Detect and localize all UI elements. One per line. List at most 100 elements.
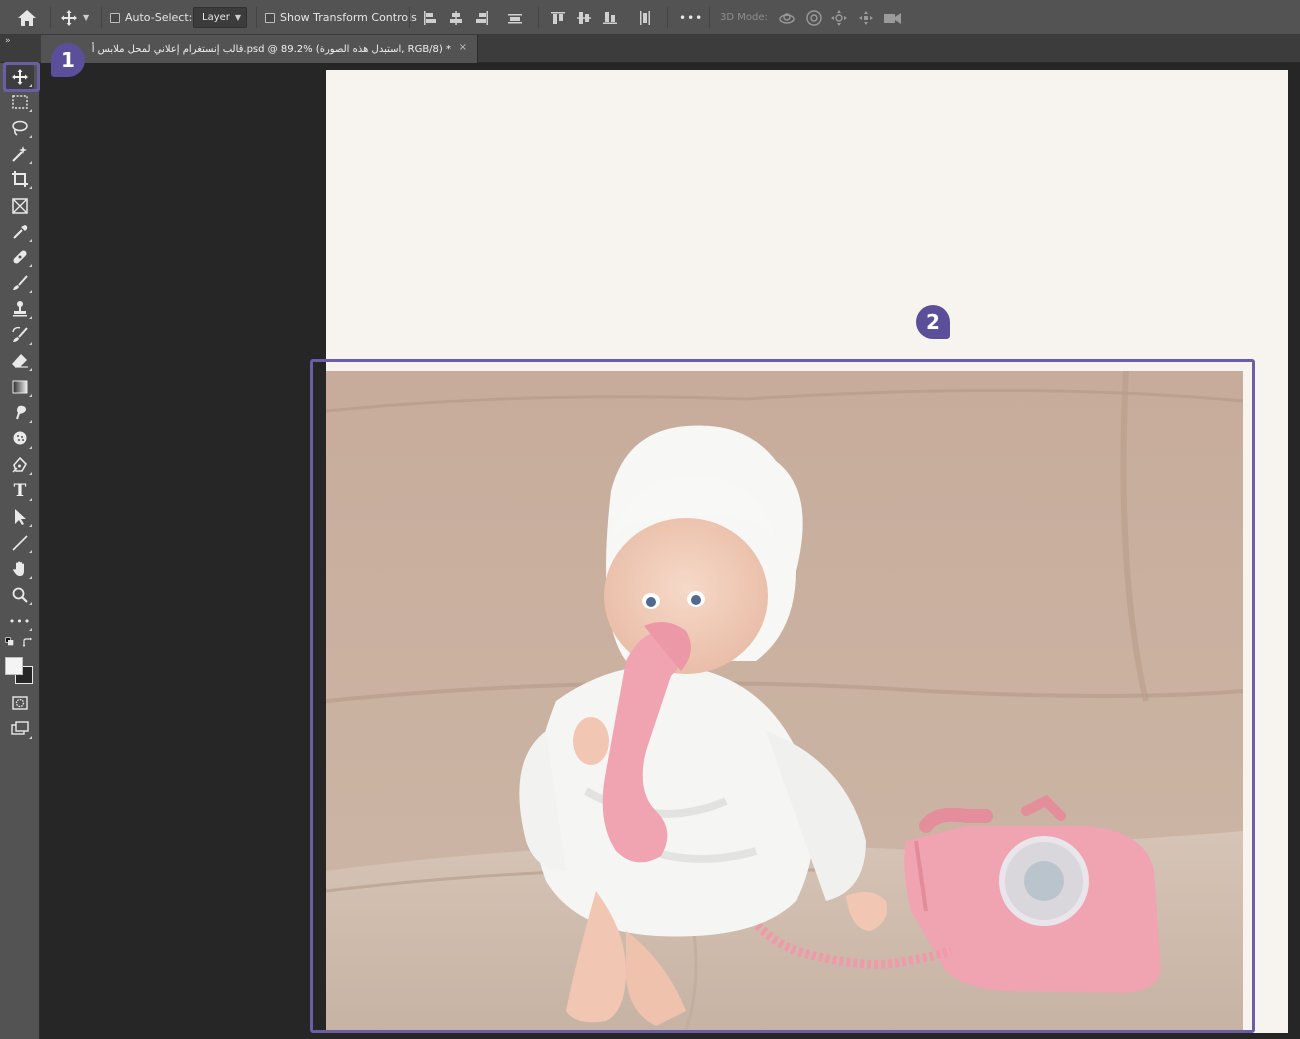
tool-preset-picker[interactable]: ▼ <box>60 0 89 35</box>
align-center-icon <box>450 10 462 25</box>
line-tool[interactable] <box>6 531 34 555</box>
show-transform-controls-checkbox[interactable]: Show Transform Controls <box>265 0 417 35</box>
blur-tool[interactable] <box>6 401 34 425</box>
3d-mode-label: 3D Mode: <box>720 12 768 23</box>
distribute-icon <box>508 13 522 23</box>
align-horizontal-centers-button[interactable] <box>448 0 464 35</box>
foreground-color-swatch[interactable] <box>5 657 23 675</box>
3d-slide-button[interactable] <box>857 0 875 35</box>
align-right-icon <box>476 10 488 25</box>
type-tool[interactable]: T <box>6 479 34 503</box>
more-options-button[interactable]: ••• <box>679 0 703 35</box>
marquee-icon <box>12 95 28 109</box>
align-bottom-icon <box>603 11 617 24</box>
orbit-icon <box>779 12 795 24</box>
align-top-edges-button[interactable] <box>550 0 566 35</box>
healing-brush-tool[interactable] <box>6 245 34 269</box>
document-tab-bar: » قالب إنستغرام إعلاني لمحل ملابس أ.psd … <box>0 35 1300 63</box>
step-1-callout: 1 <box>51 43 85 77</box>
hand-icon <box>13 561 24 576</box>
crop-icon <box>12 171 28 187</box>
step-number: 2 <box>926 310 940 334</box>
chevron-down-icon: ▼ <box>83 13 90 22</box>
roll-icon <box>806 9 822 26</box>
3d-pan-button[interactable] <box>830 0 848 35</box>
align-vertical-centers-button[interactable] <box>576 0 592 35</box>
brush-tool[interactable] <box>6 271 34 295</box>
brush-icon <box>13 275 28 290</box>
more-icon: ••• <box>8 614 32 628</box>
pen-tool[interactable] <box>6 453 34 477</box>
gradient-tool[interactable] <box>6 375 34 399</box>
3d-orbit-button[interactable] <box>778 0 796 35</box>
magic-wand-icon <box>12 146 27 162</box>
history-brush-tool[interactable] <box>6 323 34 347</box>
bandage-icon <box>13 250 27 264</box>
home-icon <box>18 9 36 26</box>
stamp-icon <box>13 301 27 317</box>
frame-icon <box>12 198 28 214</box>
3d-roll-button[interactable] <box>805 0 823 35</box>
history-brush-icon <box>12 326 28 342</box>
magic-wand-tool[interactable] <box>6 142 34 166</box>
align-left-edges-button[interactable] <box>422 0 438 35</box>
move-tool[interactable] <box>6 65 34 89</box>
video-camera-icon <box>884 12 901 24</box>
move-icon <box>61 9 77 26</box>
options-bar: ▼ Auto-Select: Layer ▼ Show Transform Co… <box>0 0 1300 35</box>
document-tab-title: قالب إنستغرام إعلاني لمحل ملابس أ.psd @ … <box>91 43 451 55</box>
step-number: 1 <box>61 48 75 72</box>
edit-toolbar-button[interactable]: ••• <box>6 609 34 633</box>
eyedropper-tool[interactable] <box>6 220 34 244</box>
align-right-edges-button[interactable] <box>474 0 490 35</box>
lasso-icon <box>12 120 28 136</box>
default-colors-icon <box>5 637 14 646</box>
rectangular-marquee-tool[interactable] <box>6 90 34 114</box>
align-left-icon <box>424 10 436 25</box>
checkbox-box[interactable] <box>265 12 275 23</box>
move-icon <box>12 69 28 85</box>
arrow-cursor-icon <box>15 509 26 525</box>
distribute-horizontal-button[interactable] <box>637 0 653 35</box>
checkbox-box[interactable] <box>110 12 120 23</box>
auto-select-target-dropdown[interactable]: Layer ▼ <box>193 7 247 28</box>
default-colors-button[interactable] <box>5 637 34 655</box>
auto-select-label: Auto-Select: <box>125 11 193 24</box>
distribute-vertical-button[interactable] <box>507 0 523 35</box>
clone-stamp-tool[interactable] <box>6 297 34 321</box>
show-transform-label: Show Transform Controls <box>280 11 417 24</box>
foreground-background-color-picker[interactable] <box>5 657 34 687</box>
quick-mask-button[interactable] <box>6 691 34 715</box>
auto-select-checkbox[interactable]: Auto-Select: <box>110 0 192 35</box>
close-icon[interactable]: × <box>459 42 467 53</box>
crop-tool[interactable] <box>6 167 34 191</box>
chevron-down-icon: ▼ <box>234 13 241 22</box>
document-tab[interactable]: قالب إنستغرام إعلاني لمحل ملابس أ.psd @ … <box>41 35 478 63</box>
more-icon: ••• <box>679 10 704 25</box>
eraser-tool[interactable] <box>6 349 34 373</box>
eyedropper-icon <box>13 225 28 239</box>
frame-tool[interactable] <box>6 194 34 218</box>
screen-mode-button[interactable] <box>6 717 34 741</box>
magnifier-icon <box>12 587 28 603</box>
hand-tool[interactable] <box>6 557 34 581</box>
collapse-panel-icon[interactable]: » <box>5 36 10 46</box>
dodge-tool[interactable] <box>6 427 34 451</box>
eraser-icon <box>12 354 28 368</box>
replace-image-highlight <box>310 359 1255 1033</box>
slide-icon <box>859 10 873 25</box>
path-selection-tool[interactable] <box>6 505 34 529</box>
smudge-icon <box>16 405 26 420</box>
zoom-tool[interactable] <box>6 583 34 607</box>
quick-mask-icon <box>12 696 28 710</box>
align-middle-icon <box>577 11 591 24</box>
line-icon <box>12 535 28 551</box>
3d-scale-button[interactable] <box>883 0 903 35</box>
layer-select-value: Layer <box>202 12 230 23</box>
photoshop-window: ▼ Auto-Select: Layer ▼ Show Transform Co… <box>0 0 1300 1039</box>
pen-icon <box>12 456 27 473</box>
lasso-tool[interactable] <box>6 116 34 140</box>
home-button[interactable] <box>17 0 37 35</box>
align-bottom-edges-button[interactable] <box>602 0 618 35</box>
gradient-icon <box>12 380 28 394</box>
